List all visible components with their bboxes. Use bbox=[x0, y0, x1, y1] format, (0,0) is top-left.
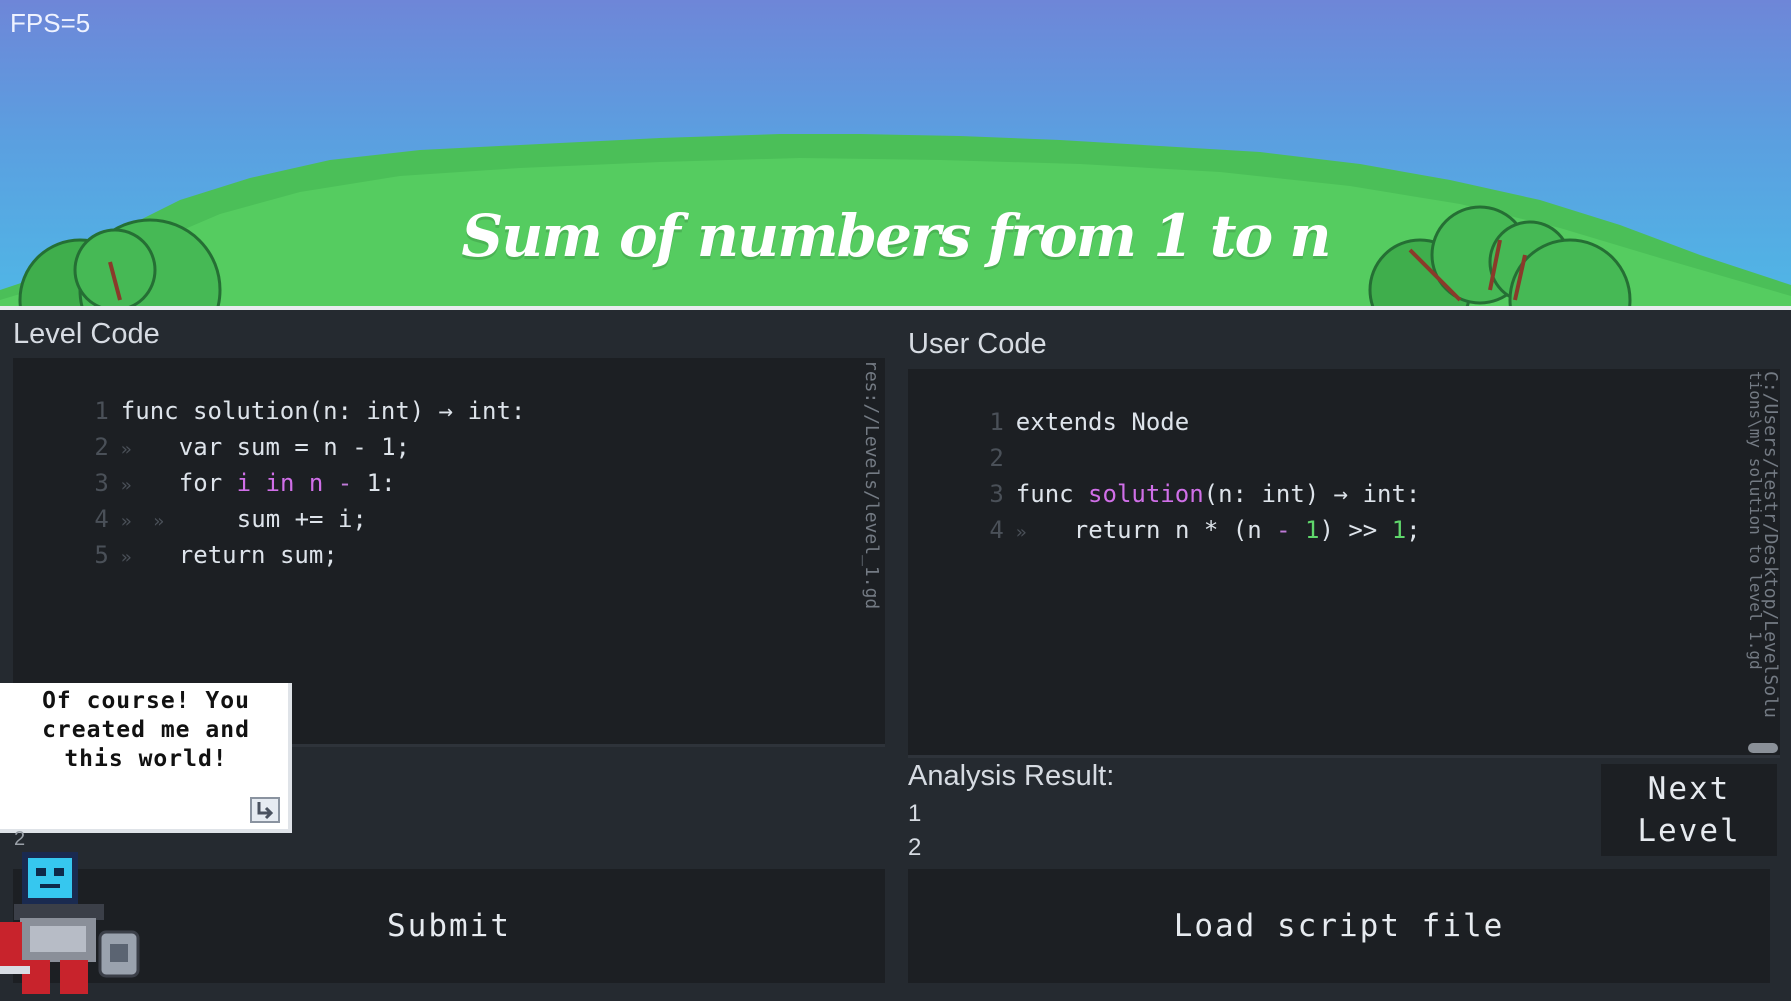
load-script-file-button[interactable]: Load script file bbox=[908, 869, 1770, 983]
fps-counter: FPS=5 bbox=[10, 8, 91, 38]
code-line: 4» » sum += i; bbox=[94, 505, 367, 533]
next-level-button[interactable]: Next Level bbox=[1601, 764, 1777, 856]
user-code-label: User Code bbox=[908, 328, 1047, 360]
next-level-label-1: Next bbox=[1647, 771, 1731, 807]
user-file-path: C:/Users/testr/Desktop/LevelSolu bbox=[1760, 371, 1781, 718]
code-line: 3 func solution(n: int) → int: bbox=[989, 480, 1421, 508]
code-line: 2» var sum = n - 1; bbox=[94, 433, 410, 461]
analysis-value: 1 bbox=[908, 800, 922, 827]
code-line: 3» for i in n - 1: bbox=[94, 469, 396, 497]
next-level-label-2: Level bbox=[1637, 813, 1741, 849]
robot-knight-character bbox=[0, 852, 140, 994]
code-line: 4» return n * (n - 1) >> 1; bbox=[989, 516, 1421, 544]
code-line: 1 func solution(n: int) → int: bbox=[94, 397, 526, 425]
level-banner: FPS=5 Sum of numbers from 1 to n bbox=[0, 0, 1791, 306]
code-line: 5» return sum; bbox=[94, 541, 338, 569]
analysis-value: 2 bbox=[908, 834, 922, 861]
code-line: 1 extends Node bbox=[989, 408, 1190, 436]
dialogue-text: Of course! You created me and this world… bbox=[42, 688, 250, 772]
user-code-editor[interactable]: 1 extends Node 2 3 func solution(n: int) →… bbox=[908, 369, 1781, 758]
level-title: Sum of numbers from 1 to n bbox=[461, 202, 1331, 270]
level-file-path: res://Levels/level_1.gd bbox=[861, 360, 882, 610]
code-line: 2 bbox=[989, 444, 1004, 472]
analysis-result-label: Analysis Result: bbox=[908, 760, 1115, 792]
level-code-label: Level Code bbox=[13, 318, 160, 350]
dialogue-box[interactable]: Of course! You created me and this world… bbox=[0, 683, 292, 833]
continue-arrow-icon[interactable] bbox=[250, 797, 280, 823]
scene-divider bbox=[0, 306, 1791, 310]
horizontal-scrollbar-thumb[interactable] bbox=[1748, 743, 1778, 753]
